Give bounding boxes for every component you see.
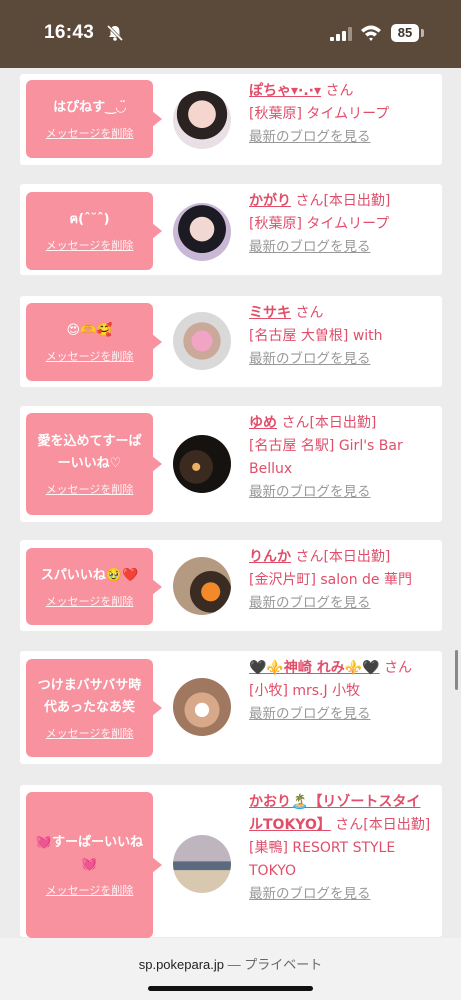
list-item: はぴねす‿◡̈ メッセージを削除 ぽちゃ▾·.·▾ さん [秋葉原] タイムリー… (20, 74, 442, 165)
honorific: さん (325, 83, 354, 99)
message-bubble: はぴねす‿◡̈ メッセージを削除 (26, 80, 162, 158)
separator: — (224, 957, 245, 972)
honorific: さん (295, 193, 324, 209)
message-text: 😍🫶🥰 (66, 323, 113, 338)
cast-name-link[interactable]: りんか (249, 549, 291, 565)
message-bubble: 😍🫶🥰 メッセージを削除 (26, 303, 162, 381)
cast-name-link[interactable]: ミサキ (249, 305, 291, 321)
latest-blog-link[interactable]: 最新のブログを見る (249, 351, 371, 367)
work-status: [本日出勤] (323, 549, 391, 565)
work-status: [本日出勤] (309, 415, 377, 431)
home-indicator[interactable] (148, 986, 313, 991)
message-bubble: 💓すーぱーいいね💓 メッセージを削除 (26, 792, 162, 938)
latest-blog-link[interactable]: 最新のブログを見る (249, 886, 371, 902)
private-label: プライベート (244, 957, 323, 972)
cast-name-link[interactable]: 🖤⚜️神崎 れみ⚜️🖤 (249, 660, 380, 676)
message-text: つけまバサバサ時代あったなあ笑 (37, 678, 142, 715)
delete-message-link[interactable]: メッセージを削除 (46, 593, 134, 609)
message-text: 愛を込めてすーぱーいいね♡ (37, 434, 142, 471)
cast-name-link[interactable]: ゆめ (249, 415, 277, 431)
latest-blog-link[interactable]: 最新のブログを見る (249, 595, 371, 611)
list-item: 💓すーぱーいいね💓 メッセージを削除 かおり🏝️【リゾートスタイルTOKYO】 … (20, 785, 442, 938)
honorific: さん (295, 549, 324, 565)
cast-info: ぽちゃ▾·.·▾ さん [秋葉原] タイムリープ 最新のブログを見る (249, 80, 434, 149)
shop-name: [名古屋 大曽根] with (249, 328, 383, 344)
delete-message-link[interactable]: メッセージを削除 (46, 348, 134, 364)
avatar[interactable] (173, 312, 231, 370)
cast-info: 🖤⚜️神崎 れみ⚜️🖤 さん [小牧] mrs.J 小牧 最新のブログを見る (249, 657, 434, 726)
message-text: スパいいね🥹❤️ (40, 567, 139, 583)
avatar[interactable] (173, 203, 231, 261)
avatar[interactable] (173, 557, 231, 615)
avatar[interactable] (173, 91, 231, 149)
domain: sp.pokepara.jp (138, 957, 225, 972)
message-text: 💓すーぱーいいね💓 (35, 835, 144, 872)
cast-info: かおり🏝️【リゾートスタイルTOKYO】 さん[本日出勤] [巣鴨] RESOR… (249, 791, 434, 906)
work-status: [本日出勤] (363, 817, 431, 833)
message-bubble: スパいいね🥹❤️ メッセージを削除 (26, 548, 162, 625)
shop-name: [秋葉原] タイムリープ (249, 216, 390, 232)
work-status: [本日出勤] (323, 193, 391, 209)
latest-blog-link[interactable]: 最新のブログを見る (249, 484, 371, 500)
list-item: ฅ(ˆ˘ˆ) メッセージを削除 かがり さん[本日出勤] [秋葉原] タイムリー… (20, 184, 442, 275)
list-item: 😍🫶🥰 メッセージを削除 ミサキ さん [名古屋 大曽根] with 最新のブロ… (20, 296, 442, 387)
avatar[interactable] (173, 435, 231, 493)
battery-tip (421, 29, 424, 37)
bell-slash-icon (106, 24, 124, 42)
delete-message-link[interactable]: メッセージを削除 (46, 237, 134, 253)
status-bar: 16:43 85 (0, 0, 461, 68)
latest-blog-link[interactable]: 最新のブログを見る (249, 706, 371, 722)
avatar[interactable] (173, 678, 231, 736)
list-item: つけまバサバサ時代あったなあ笑 メッセージを削除 🖤⚜️神崎 れみ⚜️🖤 さん … (20, 651, 442, 764)
battery-indicator: 85 (391, 24, 419, 42)
message-bubble: ฅ(ˆ˘ˆ) メッセージを削除 (26, 192, 162, 270)
shop-name: [秋葉原] タイムリープ (249, 106, 390, 122)
url-text[interactable]: sp.pokepara.jp — プライベート (0, 954, 461, 973)
cast-info: ミサキ さん [名古屋 大曽根] with 最新のブログを見る (249, 302, 434, 371)
message-bubble: 愛を込めてすーぱーいいね♡ メッセージを削除 (26, 413, 162, 515)
wifi-icon (361, 25, 381, 41)
cast-name-link[interactable]: かがり (249, 193, 291, 209)
shop-name: [金沢片町] salon de 華門 (249, 572, 412, 588)
latest-blog-link[interactable]: 最新のブログを見る (249, 239, 371, 255)
honorific: さん (281, 415, 310, 431)
message-text: はぴねす‿◡̈ (53, 100, 126, 115)
cast-info: かがり さん[本日出勤] [秋葉原] タイムリープ 最新のブログを見る (249, 190, 434, 259)
delete-message-link[interactable]: メッセージを削除 (46, 882, 134, 898)
avatar[interactable] (173, 835, 231, 893)
honorific: さん (295, 305, 324, 321)
honorific: さん (335, 817, 364, 833)
cast-info: ゆめ さん[本日出勤] [名古屋 名駅] Girl's Bar Bellux 最… (249, 412, 434, 504)
delete-message-link[interactable]: メッセージを削除 (46, 125, 134, 141)
message-text: ฅ(ˆ˘ˆ) (69, 212, 110, 227)
shop-name: [名古屋 名駅] Girl's Bar Bellux (249, 438, 403, 477)
scrollbar[interactable] (455, 650, 458, 690)
status-time: 16:43 (44, 22, 95, 43)
message-bubble: つけまバサバサ時代あったなあ笑 メッセージを削除 (26, 659, 162, 757)
shop-name: [小牧] mrs.J 小牧 (249, 683, 361, 699)
delete-message-link[interactable]: メッセージを削除 (46, 481, 134, 497)
latest-blog-link[interactable]: 最新のブログを見る (249, 129, 371, 145)
cast-info: りんか さん[本日出勤] [金沢片町] salon de 華門 最新のブログを見… (249, 546, 434, 615)
list-item: スパいいね🥹❤️ メッセージを削除 りんか さん[本日出勤] [金沢片町] sa… (20, 540, 442, 631)
list-item: 愛を込めてすーぱーいいね♡ メッセージを削除 ゆめ さん[本日出勤] [名古屋 … (20, 406, 442, 522)
shop-name: [巣鴨] RESORT STYLE TOKYO (249, 840, 396, 879)
cast-name-link[interactable]: ぽちゃ▾·.·▾ (249, 83, 321, 99)
cellular-signal-icon (330, 27, 352, 41)
delete-message-link[interactable]: メッセージを削除 (46, 725, 134, 741)
honorific: さん (384, 660, 413, 676)
